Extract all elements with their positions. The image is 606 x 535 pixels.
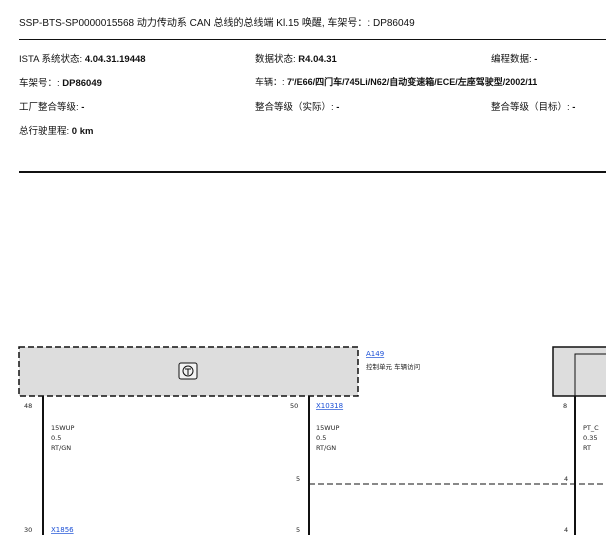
wire2-color: RT/GN [316, 444, 336, 452]
wire3-color: RT [583, 444, 591, 452]
connector-x1856-link[interactable]: X1856 [51, 526, 74, 534]
connector-x10318-link[interactable]: X10318 [316, 402, 343, 410]
wire1-color: RT/GN [51, 444, 71, 452]
pin-50: 50 [290, 402, 298, 410]
wire1-size: 0.5 [51, 434, 61, 442]
pin-4-lower: 4 [564, 526, 568, 534]
pin-5-lower: 5 [296, 526, 300, 534]
wiring-diagram: A149 控制单元 车辆访问 48 50 8 X10318 15WUP 0.5 … [18, 346, 606, 535]
wire1-name: 15WUP [51, 424, 74, 432]
pin-5-upper: 5 [296, 475, 300, 483]
wire2-size: 0.5 [316, 434, 326, 442]
pin-8: 8 [563, 402, 567, 410]
pin-48: 48 [24, 402, 32, 410]
pin-4-upper: 4 [564, 475, 568, 483]
control-unit-symbol-icon [178, 362, 198, 380]
pin-30: 30 [24, 526, 32, 534]
wire3-name: PT_C [583, 424, 599, 432]
module-id-link[interactable]: A149 [366, 350, 384, 358]
module-description: 控制单元 车辆访问 [366, 362, 420, 371]
wire2-name: 15WUP [316, 424, 339, 432]
wire3-size: 0.35 [583, 434, 597, 442]
